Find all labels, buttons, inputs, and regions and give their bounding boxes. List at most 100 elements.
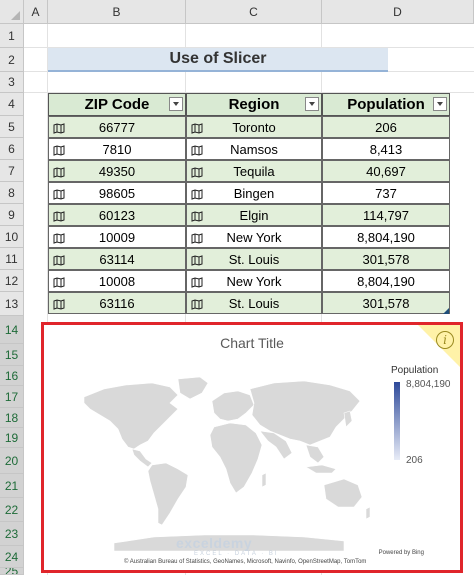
sheet-title[interactable]: Use of Slicer bbox=[48, 48, 388, 72]
row-header[interactable]: 5 bbox=[0, 116, 24, 138]
region-cell[interactable]: New York bbox=[186, 270, 322, 292]
chart-title[interactable]: Chart Title bbox=[44, 335, 460, 351]
population-header[interactable]: Population bbox=[322, 93, 450, 116]
row-header[interactable]: 1 bbox=[0, 24, 24, 48]
row-header[interactable]: 22 bbox=[0, 498, 24, 522]
population-cell[interactable]: 8,804,190 bbox=[322, 270, 450, 292]
zip-code-cell[interactable]: 98605 bbox=[48, 182, 186, 204]
region-cell-text: Bingen bbox=[233, 185, 275, 201]
geography-map-icon[interactable] bbox=[191, 232, 203, 244]
population-cell[interactable]: 40,697 bbox=[322, 160, 450, 182]
row-header[interactable]: 24 bbox=[0, 546, 24, 568]
population-header-label: Population bbox=[347, 96, 425, 113]
region-cell[interactable]: Namsos bbox=[186, 138, 322, 160]
column-header-b[interactable]: B bbox=[48, 0, 186, 24]
zip-code-cell[interactable]: 10008 bbox=[48, 270, 186, 292]
geography-map-icon[interactable] bbox=[53, 144, 65, 156]
population-cell-text: 40,697 bbox=[366, 163, 406, 179]
region-cell[interactable]: Tequila bbox=[186, 160, 322, 182]
row-header[interactable]: 7 bbox=[0, 160, 24, 182]
geography-map-icon[interactable] bbox=[53, 298, 65, 310]
row-header[interactable]: 11 bbox=[0, 248, 24, 270]
population-cell-text: 8,804,190 bbox=[357, 273, 415, 289]
geography-map-icon[interactable] bbox=[53, 188, 65, 200]
row-header[interactable]: 13 bbox=[0, 292, 24, 316]
row-header[interactable]: 23 bbox=[0, 522, 24, 546]
population-cell[interactable]: 8,413 bbox=[322, 138, 450, 160]
geography-map-icon[interactable] bbox=[53, 210, 65, 222]
region-cell[interactable]: Bingen bbox=[186, 182, 322, 204]
region-cell[interactable]: Toronto bbox=[186, 116, 322, 138]
geography-map-icon[interactable] bbox=[191, 122, 203, 134]
row-header[interactable]: 3 bbox=[0, 72, 24, 93]
row-header[interactable]: 20 bbox=[0, 448, 24, 474]
geography-map-icon[interactable] bbox=[53, 276, 65, 288]
table-resize-handle[interactable] bbox=[443, 308, 449, 314]
geography-map-icon[interactable] bbox=[191, 188, 203, 200]
region-header[interactable]: Region bbox=[186, 93, 322, 116]
row-header[interactable]: 25 bbox=[0, 568, 24, 575]
region-cell[interactable]: St. Louis bbox=[186, 248, 322, 270]
column-header-d[interactable]: D bbox=[322, 0, 474, 24]
zip-code-header[interactable]: ZIP Code bbox=[48, 93, 186, 116]
legend-title[interactable]: Population bbox=[391, 365, 438, 376]
row-header[interactable]: 14 bbox=[0, 316, 24, 344]
filter-dropdown-icon[interactable] bbox=[169, 97, 183, 111]
row-header[interactable]: 2 bbox=[0, 48, 24, 72]
filter-dropdown-icon[interactable] bbox=[433, 97, 447, 111]
zip-code-cell[interactable]: 63116 bbox=[48, 292, 186, 314]
row-header[interactable]: 10 bbox=[0, 226, 24, 248]
row-header[interactable]: 21 bbox=[0, 474, 24, 498]
geography-map-icon[interactable] bbox=[191, 298, 203, 310]
row-header[interactable]: 18 bbox=[0, 408, 24, 428]
row-header[interactable]: 16 bbox=[0, 366, 24, 386]
column-header-a[interactable]: A bbox=[24, 0, 48, 24]
population-cell[interactable]: 737 bbox=[322, 182, 450, 204]
watermark: exceldemy EXCEL · DATA · BI bbox=[176, 535, 279, 557]
region-cell[interactable]: New York bbox=[186, 226, 322, 248]
zip-code-cell[interactable]: 63114 bbox=[48, 248, 186, 270]
population-cell-text: 8,413 bbox=[369, 141, 403, 157]
row-header[interactable]: 6 bbox=[0, 138, 24, 160]
geography-map-icon[interactable] bbox=[191, 254, 203, 266]
map-chart[interactable]: i Chart Title exceldemy EXCEL · DATA · B… bbox=[41, 322, 463, 573]
row-header[interactable]: 17 bbox=[0, 386, 24, 408]
geography-map-icon[interactable] bbox=[53, 166, 65, 178]
zip-code-header-label: ZIP Code bbox=[84, 96, 150, 113]
region-cell[interactable]: Elgin bbox=[186, 204, 322, 226]
africa-shape bbox=[209, 422, 263, 494]
region-cell-text: Elgin bbox=[239, 207, 269, 223]
geography-map-icon[interactable] bbox=[191, 166, 203, 178]
zip-code-cell[interactable]: 60123 bbox=[48, 204, 186, 226]
select-all-corner[interactable] bbox=[0, 0, 24, 24]
population-cell[interactable]: 301,578 bbox=[322, 248, 450, 270]
zip-code-cell-text: 10009 bbox=[98, 229, 136, 245]
geography-map-icon[interactable] bbox=[191, 276, 203, 288]
population-cell[interactable]: 8,804,190 bbox=[322, 226, 450, 248]
geography-map-icon[interactable] bbox=[53, 122, 65, 134]
population-cell[interactable]: 114,797 bbox=[322, 204, 450, 226]
legend-max-value: 8,804,190 bbox=[406, 379, 451, 390]
europe-shape bbox=[211, 390, 255, 422]
zip-code-cell[interactable]: 7810 bbox=[48, 138, 186, 160]
row-header[interactable]: 19 bbox=[0, 428, 24, 448]
zip-code-cell[interactable]: 10009 bbox=[48, 226, 186, 248]
row-header[interactable]: 8 bbox=[0, 182, 24, 204]
indonesia-shape bbox=[305, 464, 337, 474]
filter-dropdown-icon[interactable] bbox=[305, 97, 319, 111]
population-cell[interactable]: 206 bbox=[322, 116, 450, 138]
geography-map-icon[interactable] bbox=[191, 144, 203, 156]
column-header-c[interactable]: C bbox=[186, 0, 322, 24]
geography-map-icon[interactable] bbox=[191, 210, 203, 222]
geography-map-icon[interactable] bbox=[53, 254, 65, 266]
row-header[interactable]: 9 bbox=[0, 204, 24, 226]
row-header[interactable]: 12 bbox=[0, 270, 24, 292]
row-header[interactable]: 15 bbox=[0, 344, 24, 366]
central-america-shape bbox=[131, 448, 153, 468]
row-header[interactable]: 4 bbox=[0, 93, 24, 116]
zip-code-cell[interactable]: 49350 bbox=[48, 160, 186, 182]
geography-map-icon[interactable] bbox=[53, 232, 65, 244]
zip-code-cell[interactable]: 66777 bbox=[48, 116, 186, 138]
region-cell[interactable]: St. Louis bbox=[186, 292, 322, 314]
population-cell[interactable]: 301,578 bbox=[322, 292, 450, 314]
